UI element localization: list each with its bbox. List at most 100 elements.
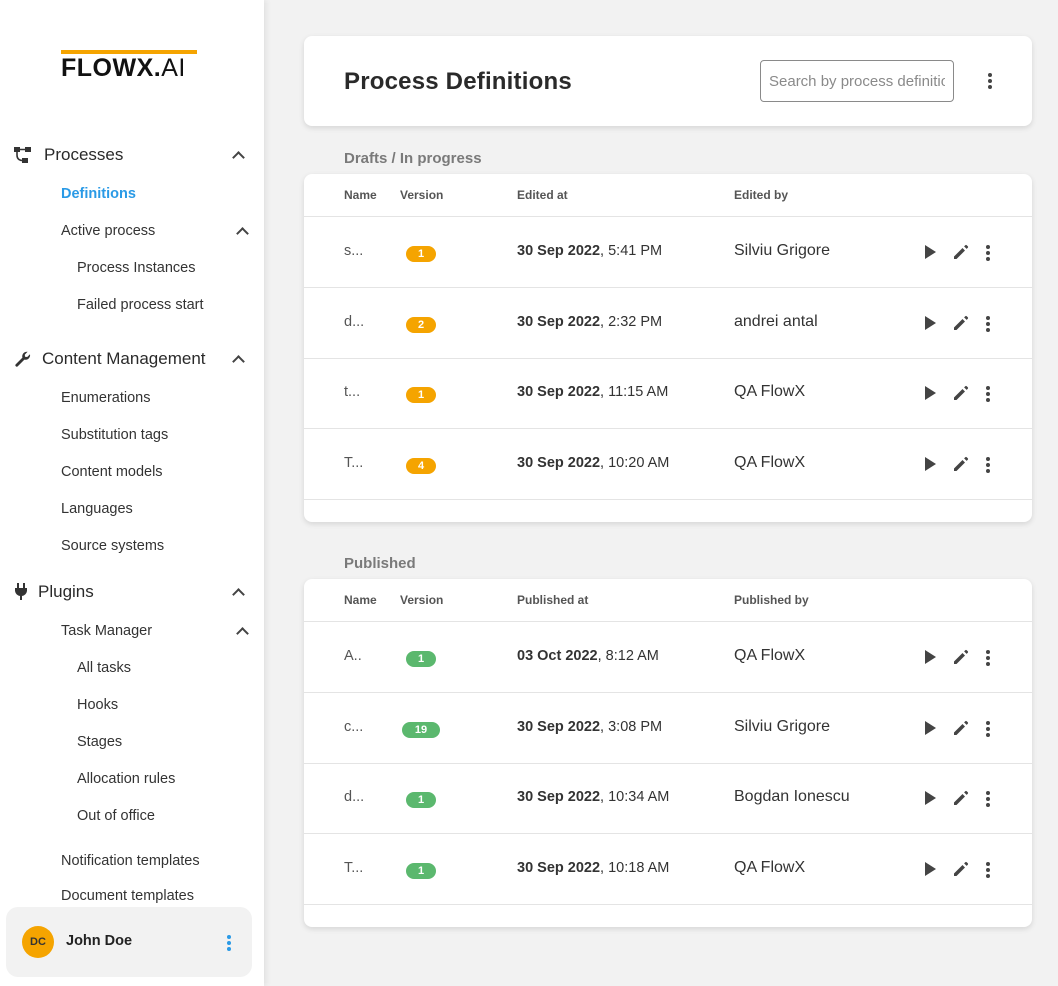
process-name[interactable]: T... <box>344 455 363 471</box>
row-more-icon[interactable] <box>982 789 994 809</box>
table-row[interactable]: t... 1 30 Sep 2022, 11:15 AM QA FlowX <box>304 358 1032 429</box>
column-header-version[interactable]: Version <box>400 593 443 607</box>
user-card[interactable]: DC John Doe <box>6 907 252 977</box>
process-name[interactable]: T... <box>344 860 363 876</box>
pencil-icon[interactable] <box>952 648 970 666</box>
chevron-up-icon[interactable] <box>231 148 245 162</box>
published-table: Name Version Published at Published by A… <box>304 579 1032 927</box>
table-row[interactable]: d... 2 30 Sep 2022, 2:32 PM andrei antal <box>304 288 1032 359</box>
published-by: Bogdan Ionescu <box>734 788 850 805</box>
play-icon[interactable] <box>925 457 936 471</box>
pencil-icon[interactable] <box>952 314 970 332</box>
pencil-icon[interactable] <box>952 384 970 402</box>
section-title-published: Published <box>344 555 416 572</box>
sidebar-item-source-systems[interactable]: Source systems <box>61 536 164 556</box>
version-badge: 1 <box>406 387 436 403</box>
flowx-logo[interactable]: FLOWX.AI <box>61 50 201 81</box>
search-input[interactable] <box>760 60 954 102</box>
version-badge: 4 <box>406 458 436 474</box>
page-title: Process Definitions <box>344 68 572 95</box>
edited-by: QA FlowX <box>734 454 806 471</box>
version-badge: 1 <box>406 792 436 808</box>
sidebar: FLOWX.AI Processes Definitions Active pr… <box>0 0 264 986</box>
sidebar-item-document-templates[interactable]: Document templates <box>61 886 194 906</box>
play-icon[interactable] <box>925 386 936 400</box>
play-icon[interactable] <box>925 245 936 259</box>
sidebar-item-allocation-rules[interactable]: Allocation rules <box>77 769 175 789</box>
header-kebab-icon[interactable] <box>984 71 996 91</box>
sidebar-item-failed-process-start[interactable]: Failed process start <box>77 295 204 315</box>
table-row[interactable]: A.. 1 03 Oct 2022, 8:12 AM QA FlowX <box>304 622 1032 693</box>
edited-at: 30 Sep 2022, 11:15 AM <box>517 384 669 400</box>
version-badge: 19 <box>402 722 440 738</box>
user-menu-kebab-icon[interactable] <box>222 933 236 953</box>
play-icon[interactable] <box>925 791 936 805</box>
chevron-up-icon[interactable] <box>231 585 245 599</box>
sidebar-item-process-instances[interactable]: Process Instances <box>77 258 195 278</box>
row-more-icon[interactable] <box>982 384 994 404</box>
column-header-edited-by[interactable]: Edited by <box>734 188 788 202</box>
nav-section-processes[interactable]: Processes <box>0 141 264 169</box>
column-header-edited-at[interactable]: Edited at <box>517 188 568 202</box>
process-name[interactable]: c... <box>344 719 363 735</box>
row-more-icon[interactable] <box>982 860 994 880</box>
row-more-icon[interactable] <box>982 719 994 739</box>
process-name[interactable]: d... <box>344 789 364 805</box>
sidebar-item-active-process[interactable]: Active process <box>61 221 155 241</box>
pencil-icon[interactable] <box>952 719 970 737</box>
sidebar-item-all-tasks[interactable]: All tasks <box>77 658 131 678</box>
column-header-published-by[interactable]: Published by <box>734 593 809 607</box>
published-by: QA FlowX <box>734 647 806 664</box>
pencil-icon[interactable] <box>952 455 970 473</box>
play-icon[interactable] <box>925 316 936 330</box>
row-more-icon[interactable] <box>982 314 994 334</box>
play-icon[interactable] <box>925 862 936 876</box>
table-row[interactable]: s... 1 30 Sep 2022, 5:41 PM Silviu Grigo… <box>304 217 1032 288</box>
process-name[interactable]: d... <box>344 314 364 330</box>
sidebar-item-hooks[interactable]: Hooks <box>77 695 118 715</box>
table-row[interactable]: T... 4 30 Sep 2022, 10:20 AM QA FlowX <box>304 429 1032 500</box>
sidebar-item-out-of-office[interactable]: Out of office <box>77 806 155 826</box>
column-header-published-at[interactable]: Published at <box>517 593 588 607</box>
avatar[interactable]: DC <box>22 926 54 958</box>
row-more-icon[interactable] <box>982 243 994 263</box>
edited-by: Silviu Grigore <box>734 242 831 259</box>
sidebar-item-substitution-tags[interactable]: Substitution tags <box>61 425 168 445</box>
nav-section-content-management[interactable]: Content Management <box>0 345 264 373</box>
column-header-name[interactable]: Name <box>344 188 377 202</box>
column-header-name[interactable]: Name <box>344 593 377 607</box>
sidebar-item-content-models[interactable]: Content models <box>61 462 163 482</box>
chevron-up-icon[interactable] <box>235 224 249 238</box>
edited-at: 30 Sep 2022, 10:20 AM <box>517 455 670 471</box>
version-badge: 2 <box>406 317 436 333</box>
sidebar-item-languages[interactable]: Languages <box>61 499 133 519</box>
table-row[interactable]: d... 1 30 Sep 2022, 10:34 AM Bogdan Ione… <box>304 763 1032 834</box>
sidebar-item-definitions[interactable]: Definitions <box>61 184 136 204</box>
sidebar-item-stages[interactable]: Stages <box>77 732 122 752</box>
play-icon[interactable] <box>925 721 936 735</box>
pencil-icon[interactable] <box>952 243 970 261</box>
play-icon[interactable] <box>925 650 936 664</box>
table-row[interactable]: c... 19 30 Sep 2022, 3:08 PM Silviu Grig… <box>304 693 1032 764</box>
version-badge: 1 <box>406 246 436 262</box>
sidebar-item-task-manager[interactable]: Task Manager <box>61 621 152 641</box>
chevron-up-icon[interactable] <box>231 352 245 366</box>
nav-section-plugins[interactable]: Plugins <box>0 578 264 606</box>
process-name[interactable]: t... <box>344 384 360 400</box>
user-name: John Doe <box>66 933 133 949</box>
pencil-icon[interactable] <box>952 860 970 878</box>
version-badge: 1 <box>406 651 436 667</box>
sidebar-item-notification-templates[interactable]: Notification templates <box>61 851 200 871</box>
pencil-icon[interactable] <box>952 789 970 807</box>
process-flow-icon <box>12 144 34 166</box>
table-header: Name Version Published at Published by <box>304 579 1032 622</box>
table-row[interactable]: T... 1 30 Sep 2022, 10:18 AM QA FlowX <box>304 834 1032 905</box>
chevron-up-icon[interactable] <box>235 624 249 638</box>
drafts-table: Name Version Edited at Edited by s... 1 … <box>304 174 1032 522</box>
process-name[interactable]: A.. <box>344 648 362 664</box>
row-more-icon[interactable] <box>982 455 994 475</box>
row-more-icon[interactable] <box>982 648 994 668</box>
column-header-version[interactable]: Version <box>400 188 443 202</box>
sidebar-item-enumerations[interactable]: Enumerations <box>61 388 150 408</box>
process-name[interactable]: s... <box>344 243 363 259</box>
